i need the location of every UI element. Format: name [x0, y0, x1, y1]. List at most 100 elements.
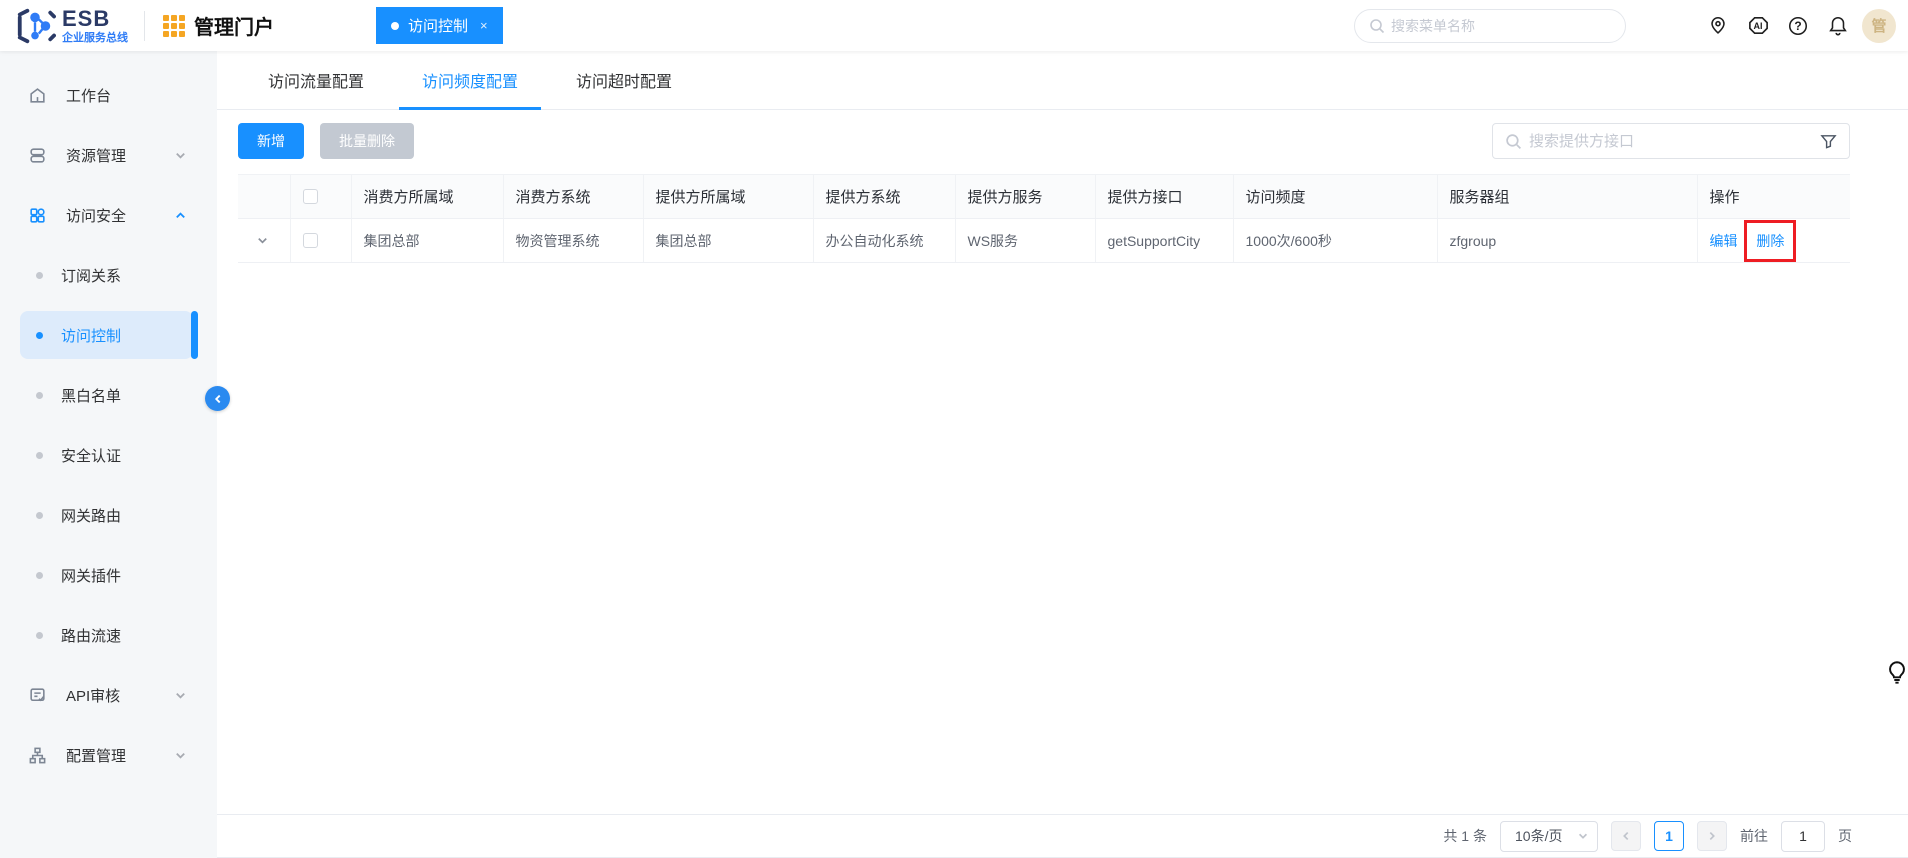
tab-active-dot	[391, 21, 399, 30]
tab-label: 访问超时配置	[576, 74, 673, 91]
bullet-dot	[36, 271, 43, 279]
sidebar-item-route-rate[interactable]: 路由流速	[0, 605, 217, 665]
search-icon	[1369, 18, 1385, 34]
bullet-dot	[36, 331, 43, 339]
content-tabs: 访问流量配置 访问频度配置 访问超时配置	[217, 51, 1908, 110]
cell-server-group: zfgroup	[1437, 218, 1698, 263]
bullet-dot	[36, 451, 43, 459]
col-server-group: 服务器组	[1437, 174, 1698, 219]
tab-access-flow-config[interactable]: 访问流量配置	[245, 51, 387, 109]
lightbulb-icon[interactable]	[1884, 659, 1908, 690]
menu-search-input[interactable]	[1391, 17, 1611, 34]
header-divider	[144, 10, 145, 41]
sidebar-item-workbench[interactable]: 工作台	[0, 65, 217, 125]
main-content: 访问流量配置 访问频度配置 访问超时配置 新增 批量删除 搜索提供方接口 消费方…	[217, 51, 1908, 858]
portal-grid-icon	[163, 14, 185, 37]
logo-subtitle: 企业服务总线	[62, 31, 128, 44]
delete-annotation-box: 删除	[1744, 219, 1797, 262]
page-suffix-label: 页	[1838, 828, 1852, 844]
edit-link[interactable]: 编辑	[1710, 233, 1738, 249]
col-frequency: 访问频度	[1233, 174, 1438, 219]
ai-assistant-icon[interactable]: AI	[1746, 14, 1770, 38]
col-actions: 操作	[1697, 174, 1850, 219]
user-avatar[interactable]: 管	[1862, 8, 1896, 43]
col-provider-domain: 提供方所属域	[643, 174, 814, 219]
cell-consumer-domain: 集团总部	[351, 218, 504, 263]
goto-page-input[interactable]	[1781, 820, 1825, 852]
sidebar-collapse-button[interactable]	[205, 386, 230, 411]
add-button[interactable]: 新增	[238, 123, 304, 159]
tab-access-timeout-config[interactable]: 访问超时配置	[553, 51, 695, 109]
menu-search-box[interactable]	[1354, 8, 1626, 43]
page-size-select[interactable]: 10条/页	[1500, 820, 1598, 852]
sidebar-item-subscription[interactable]: 订阅关系	[0, 245, 217, 305]
bullet-dot	[36, 511, 43, 519]
chevron-up-icon	[174, 209, 187, 222]
sidebar-item-label: 访问控制	[61, 327, 122, 345]
sidebar-item-label: 网关插件	[61, 567, 122, 585]
esb-logo-icon	[17, 8, 56, 43]
delete-link[interactable]: 删除	[1756, 233, 1784, 249]
data-table-wrap: 消费方所属域 消费方系统 提供方所属域 提供方系统 提供方服务 提供方接口 访问…	[238, 174, 1850, 814]
chevron-down-icon	[1577, 830, 1589, 842]
logo-title: ESB	[62, 5, 111, 31]
cell-provider-service: WS服务	[955, 218, 1096, 263]
tab-label: 访问控制	[408, 18, 469, 35]
sidebar-item-api-review[interactable]: API审核	[0, 665, 217, 725]
esb-logo: ESB 企业服务总线	[14, 6, 128, 46]
frequency-config-table: 消费方所属域 消费方系统 提供方所属域 提供方系统 提供方服务 提供方接口 访问…	[238, 174, 1850, 263]
sidebar-item-gateway-plugin[interactable]: 网关插件	[0, 545, 217, 605]
col-consumer-system: 消费方系统	[503, 174, 644, 219]
sidebar-item-blacklist-whitelist[interactable]: 黑白名单	[0, 365, 217, 425]
select-all-header	[290, 174, 352, 219]
tab-access-frequency-config[interactable]: 访问频度配置	[399, 51, 542, 110]
table-row: 集团总部 物资管理系统 集团总部 办公自动化系统 WS服务 getSupport…	[238, 218, 1850, 263]
sidebar-item-label: 黑白名单	[61, 387, 122, 405]
org-icon	[28, 746, 47, 765]
sidebar-item-label: API审核	[66, 687, 121, 705]
bullet-dot	[36, 391, 43, 399]
sidebar-item-gateway-route[interactable]: 网关路由	[0, 485, 217, 545]
sidebar-item-label: 访问安全	[66, 207, 127, 225]
sidebar-item-config-mgmt[interactable]: 配置管理	[0, 725, 217, 785]
row-expand-icon[interactable]	[256, 234, 278, 247]
col-provider-service: 提供方服务	[955, 174, 1096, 219]
goto-label: 前往	[1740, 828, 1768, 844]
sidebar-item-label: 资源管理	[66, 147, 127, 165]
portal-title-group: 管理门户	[163, 11, 274, 40]
row-checkbox[interactable]	[302, 233, 318, 248]
filter-icon[interactable]	[1820, 133, 1837, 150]
sidebar-item-resource-mgmt[interactable]: 资源管理	[0, 125, 217, 185]
sidebar-item-access-control[interactable]: 访问控制	[0, 305, 217, 365]
app-header: ESB 企业服务总线 管理门户 访问控制 × 搜索菜单名称 AI ? 管	[0, 0, 1908, 51]
bullet-dot	[36, 571, 43, 579]
prev-page-button[interactable]	[1611, 821, 1641, 851]
active-item-bar	[191, 311, 198, 359]
sidebar-item-access-security[interactable]: 访问安全	[0, 185, 217, 245]
cell-provider-system: 办公自动化系统	[813, 218, 956, 263]
col-provider-interface: 提供方接口	[1095, 174, 1234, 219]
batch-delete-button[interactable]: 批量删除	[320, 123, 414, 159]
current-page-button[interactable]: 1	[1654, 821, 1684, 851]
sidebar-item-security-auth[interactable]: 安全认证	[0, 425, 217, 485]
open-tab-access-control[interactable]: 访问控制 ×	[376, 7, 503, 44]
apps-icon	[28, 206, 47, 225]
ai-label: AI	[1753, 20, 1763, 31]
sidebar-item-label: 工作台	[66, 87, 112, 105]
location-icon[interactable]	[1706, 14, 1730, 38]
sidebar-item-label: 路由流速	[61, 627, 122, 645]
provider-interface-search-input[interactable]	[1529, 132, 1813, 150]
portal-title: 管理门户	[194, 17, 274, 39]
bell-icon[interactable]	[1826, 14, 1850, 38]
chevron-down-icon	[174, 749, 187, 762]
tab-close-icon[interactable]: ×	[480, 18, 488, 33]
sidebar-item-label: 网关路由	[61, 507, 122, 525]
chevron-down-icon	[174, 689, 187, 702]
cell-provider-domain: 集团总部	[643, 218, 814, 263]
help-icon[interactable]: ?	[1786, 14, 1810, 38]
resource-icon	[28, 146, 47, 165]
next-page-button[interactable]	[1697, 821, 1727, 851]
table-search-box[interactable]	[1492, 123, 1850, 159]
select-all-checkbox[interactable]	[302, 189, 318, 204]
col-consumer-domain: 消费方所属域	[351, 174, 504, 219]
